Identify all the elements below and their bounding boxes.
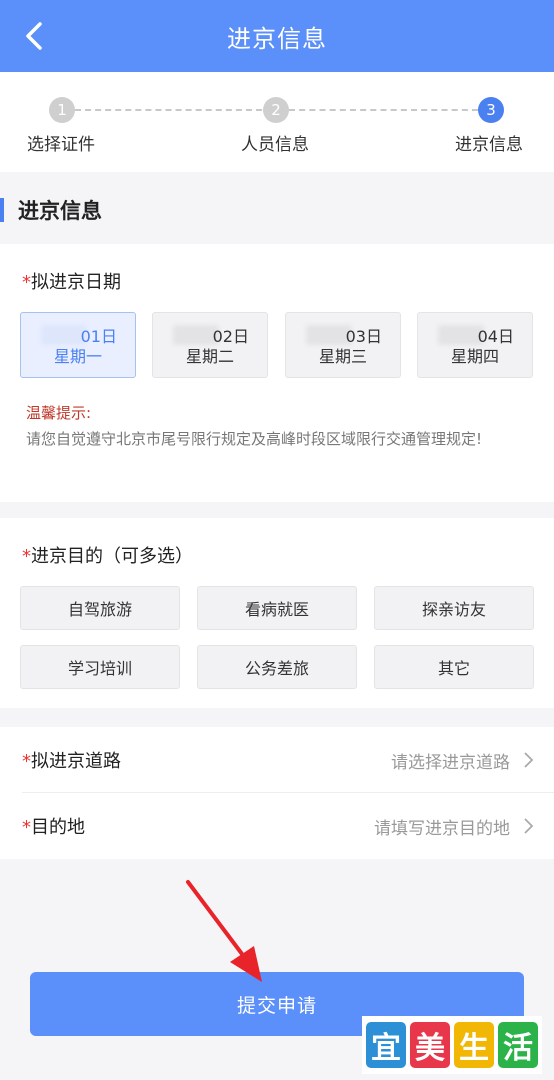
- purpose-option-visit-family[interactable]: 探亲访友: [374, 586, 534, 630]
- date-weekday: 星期三: [318, 347, 367, 366]
- required-mark: *: [22, 546, 31, 567]
- annotation-arrow-icon: [186, 880, 262, 982]
- watermark-char: 活: [498, 1022, 538, 1068]
- destination-label-text: 目的地: [31, 817, 85, 838]
- section-accent-bar: [0, 198, 4, 222]
- chevron-right-icon: [524, 752, 534, 768]
- step-3-label: 进京信息: [455, 135, 523, 155]
- back-button[interactable]: [16, 18, 52, 54]
- chevron-left-icon: [26, 22, 42, 50]
- purpose-option-business[interactable]: 公务差旅: [197, 645, 357, 689]
- step-3-circle: 3: [478, 97, 504, 123]
- watermark-char: 生: [454, 1022, 494, 1068]
- required-mark: *: [22, 751, 31, 772]
- road-label: *拟进京道路: [22, 747, 121, 773]
- road-placeholder: 请选择进京道路: [391, 753, 510, 773]
- date-option-2[interactable]: 02日 星期二: [152, 312, 268, 378]
- date-label: *拟进京日期: [22, 268, 121, 294]
- tip-title: 温馨提示:: [26, 404, 92, 422]
- step-2-circle: 2: [263, 97, 289, 123]
- chevron-right-icon: [524, 818, 534, 834]
- purpose-option-medical[interactable]: 看病就医: [197, 586, 357, 630]
- app-header: 进京信息: [0, 0, 554, 72]
- progress-stepper: 1 2 3 选择证件 人员信息 进京信息: [0, 72, 554, 172]
- date-weekday: 星期二: [185, 347, 234, 366]
- purpose-option-study[interactable]: 学习培训: [20, 645, 180, 689]
- destination-placeholder: 请填写进京目的地: [374, 819, 510, 839]
- step-1-label: 选择证件: [27, 135, 95, 155]
- date-day: 03日: [345, 327, 382, 346]
- road-row[interactable]: *拟进京道路 请选择进京道路: [0, 727, 554, 793]
- date-option-1[interactable]: 01日 星期一: [20, 312, 136, 378]
- destination-row[interactable]: *目的地 请填写进京目的地: [0, 793, 554, 859]
- tip-text: 请您自觉遵守北京市尾号限行规定及高峰时段区域限行交通管理规定!: [26, 430, 483, 448]
- date-day: 02日: [212, 327, 249, 346]
- purpose-option-other[interactable]: 其它: [374, 645, 534, 689]
- date-option-4[interactable]: 04日 星期四: [417, 312, 533, 378]
- step-2-label: 人员信息: [241, 135, 309, 155]
- date-label-text: 拟进京日期: [31, 272, 121, 293]
- purpose-label-text: 进京目的（可多选）: [31, 546, 193, 567]
- required-mark: *: [22, 817, 31, 838]
- purpose-option-self-drive[interactable]: 自驾旅游: [20, 586, 180, 630]
- watermark-char: 宜: [366, 1022, 406, 1068]
- destination-label: *目的地: [22, 813, 85, 839]
- step-1-circle: 1: [49, 97, 75, 123]
- date-day: 01日: [80, 327, 117, 346]
- date-option-3[interactable]: 03日 星期三: [285, 312, 401, 378]
- section-title: 进京信息: [18, 199, 102, 223]
- road-label-text: 拟进京道路: [31, 751, 121, 772]
- date-weekday: 星期一: [53, 347, 102, 366]
- watermark-char: 美: [410, 1022, 450, 1068]
- date-day: 04日: [477, 327, 514, 346]
- required-mark: *: [22, 272, 31, 293]
- step-connector: [289, 109, 478, 111]
- date-weekday: 星期四: [450, 347, 499, 366]
- step-connector: [75, 109, 262, 111]
- purpose-label: *进京目的（可多选）: [22, 542, 193, 568]
- watermark-logo: 宜 美 生 活: [362, 1016, 542, 1074]
- section-header: 进京信息: [0, 180, 554, 240]
- page-title: 进京信息: [227, 24, 327, 53]
